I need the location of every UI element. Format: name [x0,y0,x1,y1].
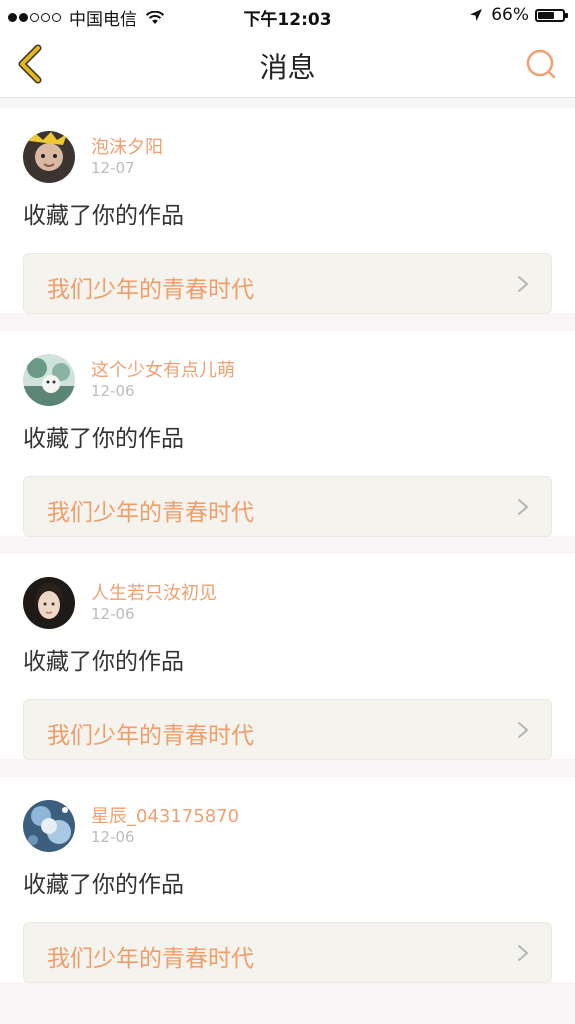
chevron-right-icon [518,945,528,961]
username[interactable]: 泡沫夕阳 [91,133,163,159]
work-title: 我们少年的青春时代 [47,723,254,749]
message-date: 12-06 [91,828,135,846]
battery-icon [535,8,568,22]
battery-percentage: 66% [491,5,529,25]
chevron-right-icon [518,276,528,292]
page-title: 消息 [259,51,316,84]
search-button[interactable] [523,46,559,82]
chevron-right-icon [518,722,528,738]
work-title: 我们少年的青春时代 [47,946,254,972]
action-text: 收藏了你的作品 [23,649,184,675]
message-list: 泡沫夕阳 12-07 收藏了你的作品 我们少年的青春时代 这个少女有点儿萌 12… [0,108,575,1000]
work-link[interactable]: 我们少年的青春时代 [23,476,552,537]
username[interactable]: 这个少女有点儿萌 [91,356,235,382]
message-card: 泡沫夕阳 12-07 收藏了你的作品 我们少年的青春时代 [0,108,575,314]
status-bar: 中国电信 下午12:03 66% [0,0,575,32]
message-card: 这个少女有点儿萌 12-06 收藏了你的作品 我们少年的青春时代 [0,331,575,537]
search-icon [526,49,556,79]
nav-bar: 消息 [0,32,575,98]
message-date: 12-06 [91,382,135,400]
avatar[interactable] [23,800,75,852]
avatar[interactable] [23,131,75,183]
message-date: 12-07 [91,159,135,177]
message-date: 12-06 [91,605,135,623]
battery-fill [538,11,554,19]
work-link[interactable]: 我们少年的青春时代 [23,922,552,983]
status-right: 66% [469,5,568,25]
action-text: 收藏了你的作品 [23,203,184,229]
avatar[interactable] [23,354,75,406]
avatar[interactable] [23,577,75,629]
work-link[interactable]: 我们少年的青春时代 [23,699,552,760]
username[interactable]: 人生若只汝初见 [91,579,217,605]
location-arrow-icon [470,9,483,21]
message-card: 星辰_043175870 12-06 收藏了你的作品 我们少年的青春时代 [0,777,575,983]
action-text: 收藏了你的作品 [23,426,184,452]
chevron-right-icon [518,499,528,515]
work-title: 我们少年的青春时代 [47,277,254,303]
work-link[interactable]: 我们少年的青春时代 [23,253,552,314]
work-title: 我们少年的青春时代 [47,500,254,526]
message-card: 人生若只汝初见 12-06 收藏了你的作品 我们少年的青春时代 [0,554,575,760]
username[interactable]: 星辰_043175870 [91,802,239,828]
action-text: 收藏了你的作品 [23,872,184,898]
